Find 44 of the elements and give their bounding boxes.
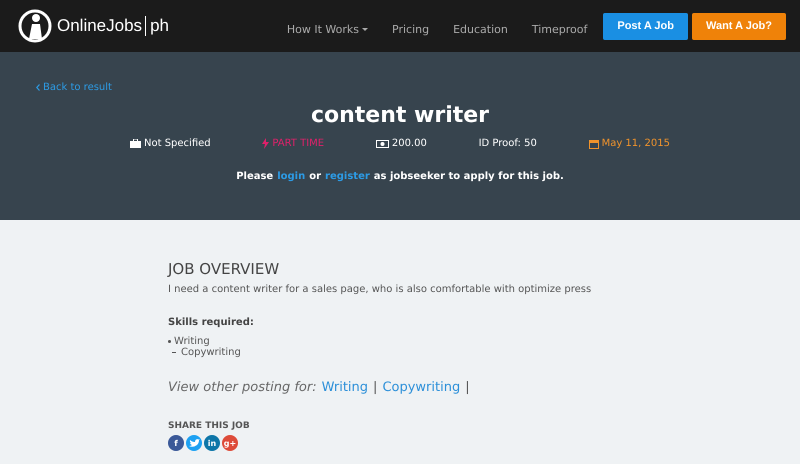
category-link[interactable]: Writing <box>322 380 368 395</box>
skill-subitem: Copywriting <box>181 347 241 358</box>
job-meta-text: PART TIME <box>272 138 324 149</box>
apply-text: as jobseeker to apply for this job. <box>374 171 564 182</box>
other-postings-label: View other posting for: <box>168 380 317 395</box>
nav-link[interactable]: How It Works <box>286 22 368 36</box>
login-link[interactable]: login <box>277 171 306 182</box>
job-meta-text: 200.00 <box>392 138 427 149</box>
share-button[interactable]: g+ <box>222 435 238 451</box>
nav-link[interactable]: Education <box>453 22 508 36</box>
share-button[interactable]: f <box>168 435 184 451</box>
bird-icon <box>188 438 200 448</box>
logo-text[interactable]: OnlineJobs <box>57 16 142 36</box>
apply-text: or <box>309 171 322 182</box>
apply-text: Please <box>236 171 274 182</box>
chevron-left-icon <box>36 84 40 91</box>
skill-item: Writing <box>174 336 210 347</box>
calendar-icon <box>588 138 599 148</box>
logo-suffix[interactable]: ph <box>145 16 169 36</box>
header-button[interactable]: Post A Job <box>603 12 688 40</box>
section-heading: JOB OVERVIEW <box>168 260 280 278</box>
dash-icon <box>172 352 176 353</box>
job-description: I need a content writer for a sales page, who is also comfortable with optimize press <box>168 284 592 295</box>
job-meta-text: Not Specified <box>144 138 211 149</box>
register-link[interactable]: register <box>325 171 370 182</box>
logo-icon <box>18 9 52 43</box>
banknote-icon <box>376 140 389 148</box>
bullet-icon <box>168 340 171 343</box>
separator-text: | <box>465 380 470 395</box>
share-button[interactable]: in <box>204 435 220 451</box>
job-meta-text: May 11, 2015 <box>602 138 670 149</box>
job-meta-text: ID Proof: 50 <box>478 138 537 149</box>
briefcase-icon <box>130 139 141 148</box>
lightning-icon <box>262 138 270 149</box>
category-link[interactable]: Copywriting <box>382 380 460 395</box>
skills-label: Skills required: <box>168 317 255 328</box>
separator-text: | <box>373 380 378 395</box>
share-label: SHARE THIS JOB <box>168 421 251 431</box>
header-button[interactable]: Want A Job? <box>692 12 786 40</box>
job-title: content writer <box>310 103 490 128</box>
share-button[interactable] <box>186 435 202 451</box>
nav-link[interactable]: Pricing <box>392 22 430 36</box>
nav-link[interactable]: Timeproof <box>532 22 588 36</box>
back-link[interactable]: Back to result <box>36 82 112 93</box>
